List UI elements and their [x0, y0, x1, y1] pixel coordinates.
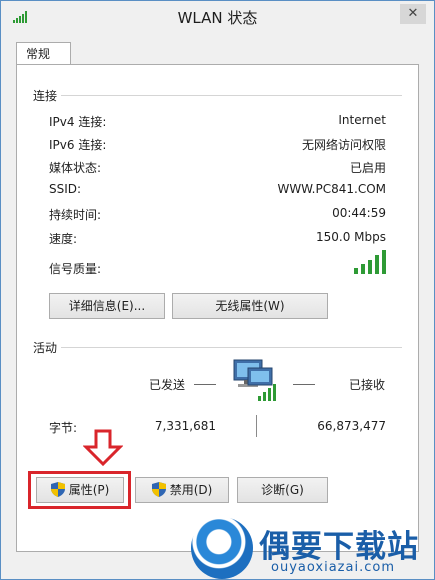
uac-shield-icon: [151, 481, 166, 497]
site-logo-icon: [191, 517, 253, 579]
wireless-properties-button[interactable]: 无线属性(W): [172, 293, 328, 319]
watermark-url: ouyaoxiazai.com: [271, 560, 395, 575]
connection-section-title: 连接: [33, 89, 58, 103]
bytes-separator: [256, 415, 257, 437]
signal-strength-icon: [354, 250, 386, 274]
details-button[interactable]: 详细信息(E)...: [49, 293, 165, 319]
title-bar[interactable]: WLAN 状态 ✕: [1, 1, 434, 33]
activity-divider: [61, 347, 402, 348]
diagnose-button[interactable]: 诊断(G): [237, 477, 328, 503]
disable-button[interactable]: 禁用(D): [135, 477, 229, 503]
red-highlight-box: [28, 471, 131, 509]
bytes-label: 字节:: [49, 421, 78, 435]
activity-section-title: 活动: [33, 341, 58, 355]
tab-general[interactable]: 常规: [16, 42, 71, 64]
duration-value: 00:44:59: [332, 206, 386, 220]
speed-value: 150.0 Mbps: [315, 230, 386, 244]
sent-label: 已发送: [149, 378, 186, 392]
received-dash: [293, 384, 315, 385]
window-title: WLAN 状态: [177, 9, 258, 27]
sent-dash: [194, 384, 216, 385]
disable-button-label: 禁用(D): [169, 483, 213, 497]
ssid-value: WWW.PC841.COM: [277, 182, 386, 196]
connection-divider: [61, 95, 402, 96]
ipv4-label: IPv4 连接:: [49, 115, 107, 129]
signal-quality-label: 信号质量:: [49, 262, 102, 276]
bytes-received-value: 66,873,477: [317, 419, 386, 433]
close-button[interactable]: ✕: [400, 4, 426, 24]
speed-label: 速度:: [49, 232, 78, 246]
ipv6-label: IPv6 连接:: [49, 138, 107, 152]
media-state-label: 媒体状态:: [49, 161, 102, 175]
red-down-arrow-icon: [83, 429, 123, 467]
wlan-status-window: WLAN 状态 ✕ 常规 连接 IPv4 连接: Internet IPv6 连…: [0, 0, 435, 580]
ipv4-value: Internet: [338, 113, 386, 127]
ssid-label: SSID:: [49, 182, 82, 196]
media-state-value: 已启用: [349, 161, 386, 175]
received-label: 已接收: [349, 378, 386, 392]
bytes-sent-value: 7,331,681: [154, 419, 216, 433]
duration-label: 持续时间:: [49, 208, 102, 222]
ipv6-value: 无网络访问权限: [301, 138, 386, 152]
network-computer-icon: [233, 359, 276, 401]
